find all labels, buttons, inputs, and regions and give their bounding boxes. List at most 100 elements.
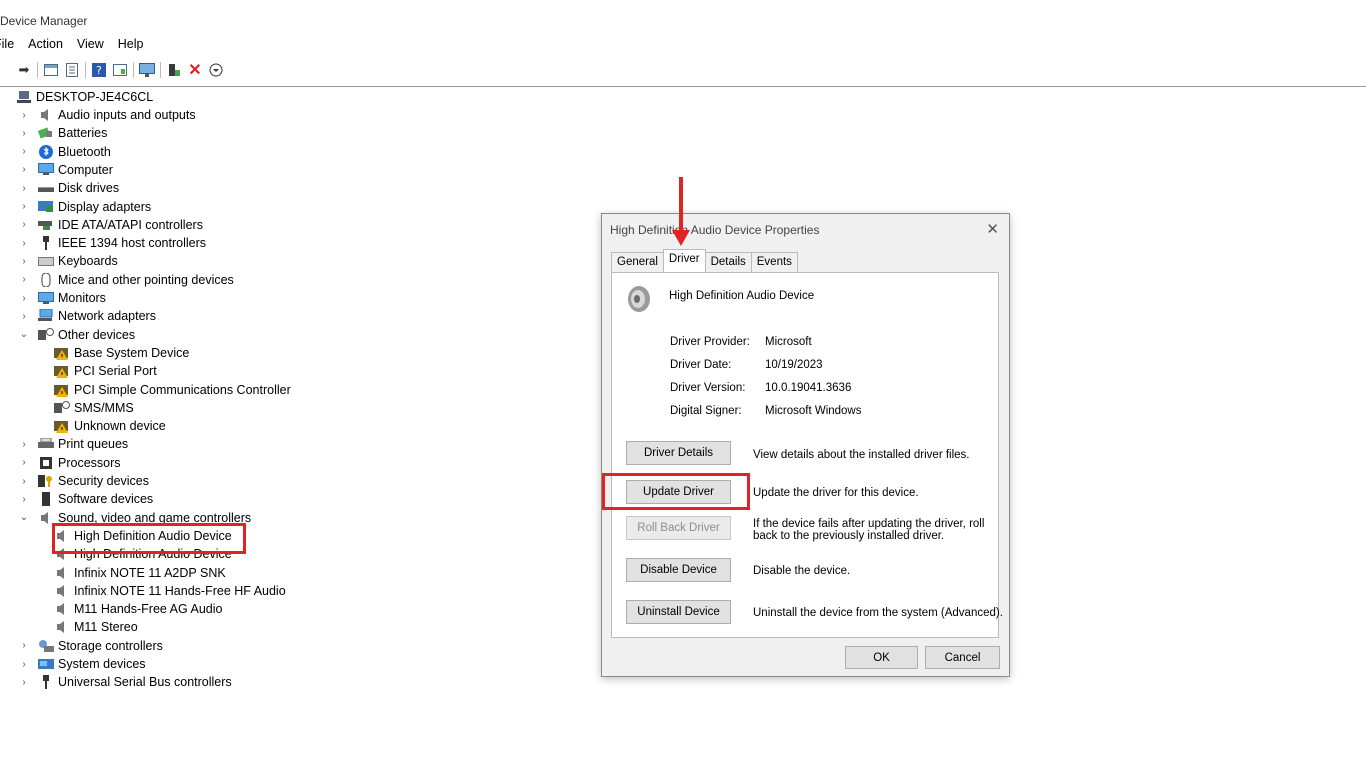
- tree-child-item[interactable]: M11 Hands-Free AG Audio: [54, 600, 222, 618]
- tree-item[interactable]: › IEEE 1394 host controllers: [18, 234, 206, 252]
- driver-date-label: Driver Date:: [670, 359, 732, 371]
- tree-item-label: System devices: [58, 657, 146, 671]
- tree-item-label: Unknown device: [74, 419, 166, 434]
- tree-item[interactable]: › Network adapters: [18, 307, 156, 325]
- chevron-right-icon[interactable]: ›: [18, 311, 30, 322]
- chevron-right-icon[interactable]: ›: [18, 110, 30, 121]
- chevron-right-icon[interactable]: ›: [18, 457, 30, 468]
- chevron-right-icon[interactable]: ›: [18, 677, 30, 688]
- chevron-right-icon[interactable]: ›: [18, 219, 30, 230]
- tab-general[interactable]: General: [611, 252, 664, 272]
- digital-signer-value: Microsoft Windows: [765, 405, 862, 417]
- toolbar: ➡ ? ✕: [16, 60, 224, 80]
- uninstall-device-button[interactable]: Uninstall Device: [626, 600, 731, 624]
- toolbar-separator: [133, 62, 134, 78]
- tree-item-label: Display adapters: [58, 199, 152, 214]
- show-hide-icon[interactable]: [43, 62, 59, 78]
- tree-child-item[interactable]: Infinix NOTE 11 A2DP SNK: [54, 564, 226, 582]
- tree-item-label: PCI Simple Communications Controller: [74, 382, 291, 397]
- update-driver-icon[interactable]: [166, 62, 182, 78]
- chevron-right-icon[interactable]: ›: [18, 640, 30, 651]
- tree-child-item[interactable]: Unknown device: [54, 417, 166, 435]
- tree-root[interactable]: DESKTOP-JE4C6CL: [16, 88, 153, 106]
- action-view-icon[interactable]: [112, 62, 128, 78]
- chevron-right-icon[interactable]: ›: [18, 439, 30, 450]
- menu-view[interactable]: View: [75, 37, 106, 51]
- tree-item[interactable]: › Software devices: [18, 490, 153, 508]
- back-arrow-icon[interactable]: ➡: [16, 62, 32, 78]
- tree-item[interactable]: › Monitors: [18, 289, 106, 307]
- tree-item[interactable]: › Universal Serial Bus controllers: [18, 673, 232, 691]
- chevron-right-icon[interactable]: ›: [18, 128, 30, 139]
- tree-item-label: Infinix NOTE 11 A2DP SNK: [74, 565, 226, 580]
- tree-child-item[interactable]: Base System Device: [54, 344, 189, 362]
- tree-child-item[interactable]: M11 Stereo: [54, 618, 138, 636]
- chevron-right-icon[interactable]: ›: [18, 274, 30, 285]
- tree-child-item[interactable]: PCI Serial Port: [54, 362, 157, 380]
- tree-item[interactable]: › Bluetooth: [18, 143, 111, 161]
- ieee-icon: [38, 236, 54, 251]
- toolbar-separator: [85, 62, 86, 78]
- tree-item[interactable]: ⌄ Other devices: [18, 326, 135, 344]
- chevron-down-icon[interactable]: ⌄: [18, 329, 30, 340]
- tree-child-item[interactable]: SMS/MMS: [54, 399, 134, 417]
- tree-item-label: Bluetooth: [58, 144, 111, 159]
- properties-icon[interactable]: [64, 62, 80, 78]
- chevron-right-icon[interactable]: ›: [18, 476, 30, 487]
- tree-root-label: DESKTOP-JE4C6CL: [36, 90, 154, 104]
- ok-button[interactable]: OK: [845, 646, 918, 669]
- driver-details-desc: View details about the installed driver …: [753, 449, 970, 461]
- chevron-right-icon[interactable]: ›: [18, 494, 30, 505]
- tree-child-item[interactable]: PCI Simple Communications Controller: [54, 381, 291, 399]
- tab-events[interactable]: Events: [750, 252, 798, 272]
- chevron-right-icon[interactable]: ›: [18, 256, 30, 267]
- tree-item[interactable]: › Mice and other pointing devices: [18, 271, 234, 289]
- warning-device-icon: [54, 419, 70, 434]
- tree-item[interactable]: › Disk drives: [18, 179, 119, 197]
- device-name: High Definition Audio Device: [669, 290, 815, 302]
- menu-file[interactable]: File: [0, 37, 16, 51]
- close-icon[interactable]: ✕: [986, 220, 999, 238]
- tree-child-item[interactable]: Infinix NOTE 11 Hands-Free HF Audio: [54, 582, 286, 600]
- chevron-right-icon[interactable]: ›: [18, 201, 30, 212]
- chevron-down-icon[interactable]: ⌄: [18, 512, 30, 523]
- tree-item[interactable]: › Security devices: [18, 472, 149, 490]
- tree-item[interactable]: › Storage controllers: [18, 637, 163, 655]
- roll-back-driver-button[interactable]: Roll Back Driver: [626, 516, 731, 540]
- speaker-icon: [38, 108, 54, 122]
- tree-item[interactable]: › Keyboards: [18, 252, 117, 270]
- tree-item[interactable]: › Processors: [18, 454, 121, 472]
- tab-details[interactable]: Details: [704, 252, 752, 272]
- tab-driver[interactable]: Driver: [662, 249, 706, 272]
- uninstall-icon[interactable]: ✕: [187, 62, 203, 79]
- tree-item[interactable]: › Batteries: [18, 124, 107, 142]
- chevron-right-icon[interactable]: ›: [18, 164, 30, 175]
- chevron-right-icon[interactable]: ›: [18, 146, 30, 157]
- chevron-right-icon[interactable]: ›: [18, 659, 30, 670]
- chevron-right-icon[interactable]: ›: [18, 238, 30, 249]
- bluetooth-icon: [38, 144, 54, 159]
- help-icon[interactable]: ?: [91, 62, 107, 78]
- tree-item[interactable]: › Audio inputs and outputs: [18, 106, 195, 124]
- chevron-right-icon[interactable]: ›: [18, 293, 30, 304]
- keyboard-icon: [38, 254, 54, 268]
- chevron-right-icon[interactable]: ›: [18, 183, 30, 194]
- update-driver-desc: Update the driver for this device.: [753, 487, 919, 499]
- disable-device-button[interactable]: Disable Device: [626, 558, 731, 582]
- cancel-button[interactable]: Cancel: [925, 646, 1000, 669]
- driver-details-button[interactable]: Driver Details: [626, 441, 731, 465]
- monitor-icon: [38, 291, 54, 305]
- tree-item[interactable]: › Computer: [18, 161, 113, 179]
- usb-icon: [38, 675, 54, 690]
- download-icon[interactable]: [208, 62, 224, 78]
- tree-item[interactable]: › System devices: [18, 655, 146, 673]
- ide-icon: [38, 218, 54, 232]
- tree-item[interactable]: › Display adapters: [18, 198, 151, 216]
- tree-item[interactable]: › IDE ATA/ATAPI controllers: [18, 216, 203, 234]
- monitor-icon[interactable]: [139, 62, 155, 78]
- menu-action[interactable]: Action: [26, 37, 65, 51]
- tree-item-label: Processors: [58, 455, 121, 470]
- tree-item[interactable]: › Print queues: [18, 435, 128, 453]
- menu-help[interactable]: Help: [116, 37, 146, 51]
- driver-version-value: 10.0.19041.3636: [765, 382, 852, 394]
